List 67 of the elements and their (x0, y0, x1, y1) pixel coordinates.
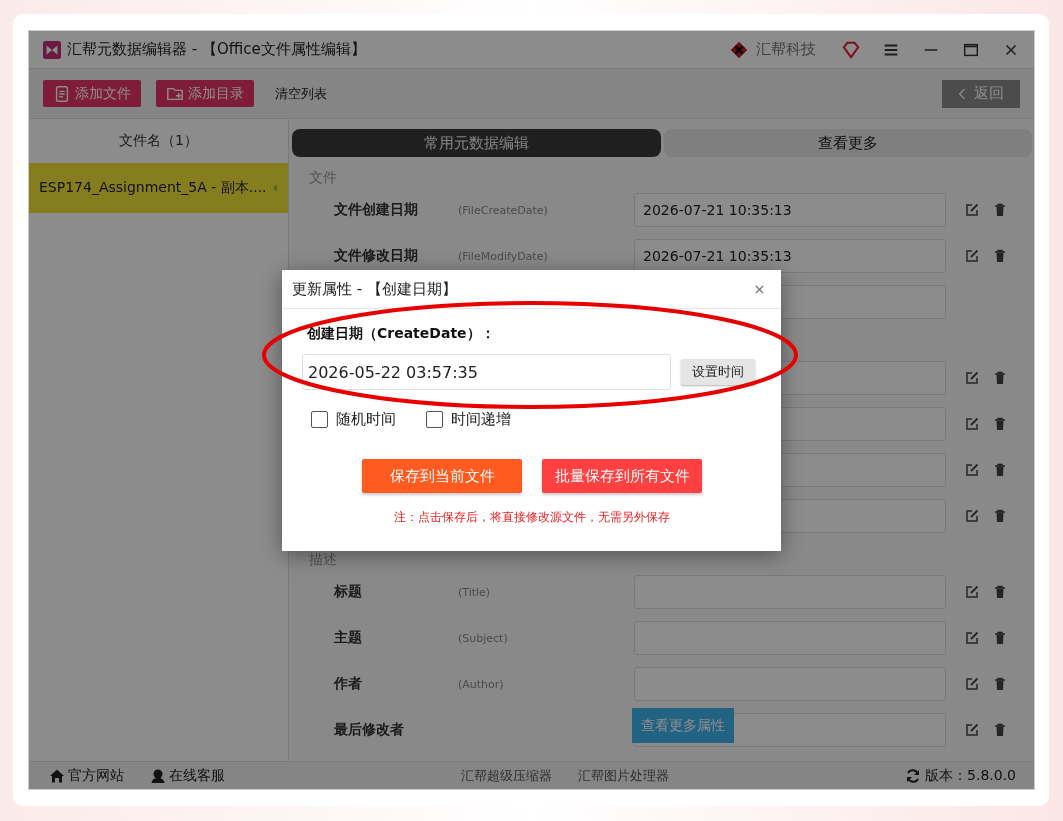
property-label: 文件修改日期 (334, 247, 418, 263)
tab[interactable]: 常用元数据编辑 (292, 129, 661, 157)
document-icon (53, 84, 71, 103)
checkbox-label: 随机时间 (336, 410, 396, 429)
clear-list-button[interactable]: 清空列表 (269, 83, 333, 104)
file-list-header: 文件名（1） (118, 131, 199, 150)
refresh-icon[interactable] (905, 767, 922, 784)
trash-icon[interactable] (992, 676, 1008, 692)
file-name: ESP174_Assignment_5A - 副本.... (39, 179, 267, 197)
property-key: (Title) (458, 585, 491, 599)
brand-name: 汇帮科技 (756, 40, 816, 59)
date-input-field[interactable]: 2026-05-22 03:57:35 (302, 354, 671, 390)
trash-icon[interactable] (992, 508, 1008, 524)
property-field[interactable]: 2026-07-21 10:35:13 (634, 193, 946, 227)
trash-icon[interactable] (992, 370, 1008, 386)
property-label: 最后修改者 (334, 721, 404, 737)
property-field[interactable]: 2026-07-21 10:35:13 (634, 239, 946, 273)
batch-save-button[interactable]: 批量保存到所有文件 (542, 459, 702, 493)
vip-diamond-icon[interactable] (842, 40, 860, 59)
file-list-item[interactable]: ESP174_Assignment_5A - 副本.... (29, 163, 288, 213)
property-key: (FileModifyDate) (458, 249, 548, 263)
edit-icon[interactable] (964, 202, 980, 218)
product-link[interactable]: 汇帮超级压缩器 (461, 766, 552, 785)
property-label: 文件创建日期 (334, 201, 418, 217)
trash-icon[interactable] (992, 202, 1008, 218)
trash-icon[interactable] (992, 630, 1008, 646)
edit-icon[interactable] (964, 462, 980, 478)
edit-icon[interactable] (964, 676, 980, 692)
product-link[interactable]: 汇帮图片处理器 (578, 766, 669, 785)
save-button[interactable]: 保存到当前文件 (362, 459, 522, 493)
tab[interactable]: 查看更多 (663, 129, 1032, 157)
trash-icon[interactable] (992, 584, 1008, 600)
add-folder-button[interactable]: 添加目录 (156, 80, 254, 107)
trash-icon[interactable] (992, 462, 1008, 478)
trash-icon[interactable] (992, 722, 1008, 738)
person-icon (150, 767, 166, 784)
edit-icon[interactable] (964, 248, 980, 264)
version-text: 版本：5.8.0.0 (925, 766, 1016, 785)
edit-icon[interactable] (964, 630, 980, 646)
property-key: (Author) (458, 677, 504, 691)
trash-icon[interactable] (992, 416, 1008, 432)
home-icon (49, 767, 65, 784)
footer-link[interactable]: 官方网站 (49, 766, 124, 785)
set-time-button[interactable]: 设置时间 (681, 359, 755, 385)
dialog-title: 更新属性 - 【创建日期】 (292, 279, 458, 299)
edit-icon[interactable] (964, 508, 980, 524)
property-key: (Subject) (458, 631, 508, 645)
checkbox[interactable] (311, 411, 328, 428)
property-label: 标题 (334, 583, 362, 599)
edit-icon[interactable] (964, 416, 980, 432)
checkbox-label: 时间递增 (451, 410, 511, 429)
footer-link[interactable]: 在线客服 (150, 766, 225, 785)
edit-icon[interactable] (964, 584, 980, 600)
property-label: 作者 (334, 675, 362, 691)
property-key: (FileCreateDate) (458, 203, 548, 217)
checkbox[interactable] (426, 411, 443, 428)
chevron-left-icon (958, 86, 966, 101)
edit-icon[interactable] (964, 722, 980, 738)
add-file-button[interactable]: 添加文件 (43, 80, 141, 107)
logo-icon (43, 40, 61, 59)
trash-icon[interactable] (992, 248, 1008, 264)
edit-icon[interactable] (964, 370, 980, 386)
close-icon[interactable] (754, 283, 765, 295)
warning-note: 注：点击保存后，将直接修改源文件，无需另外保存 (393, 509, 671, 526)
window-title: 汇帮元数据编辑器 - 【Office文件属性编辑】 (67, 40, 366, 59)
field-label: 创建日期（CreateDate）： (306, 325, 496, 343)
property-label: 主题 (334, 629, 362, 645)
